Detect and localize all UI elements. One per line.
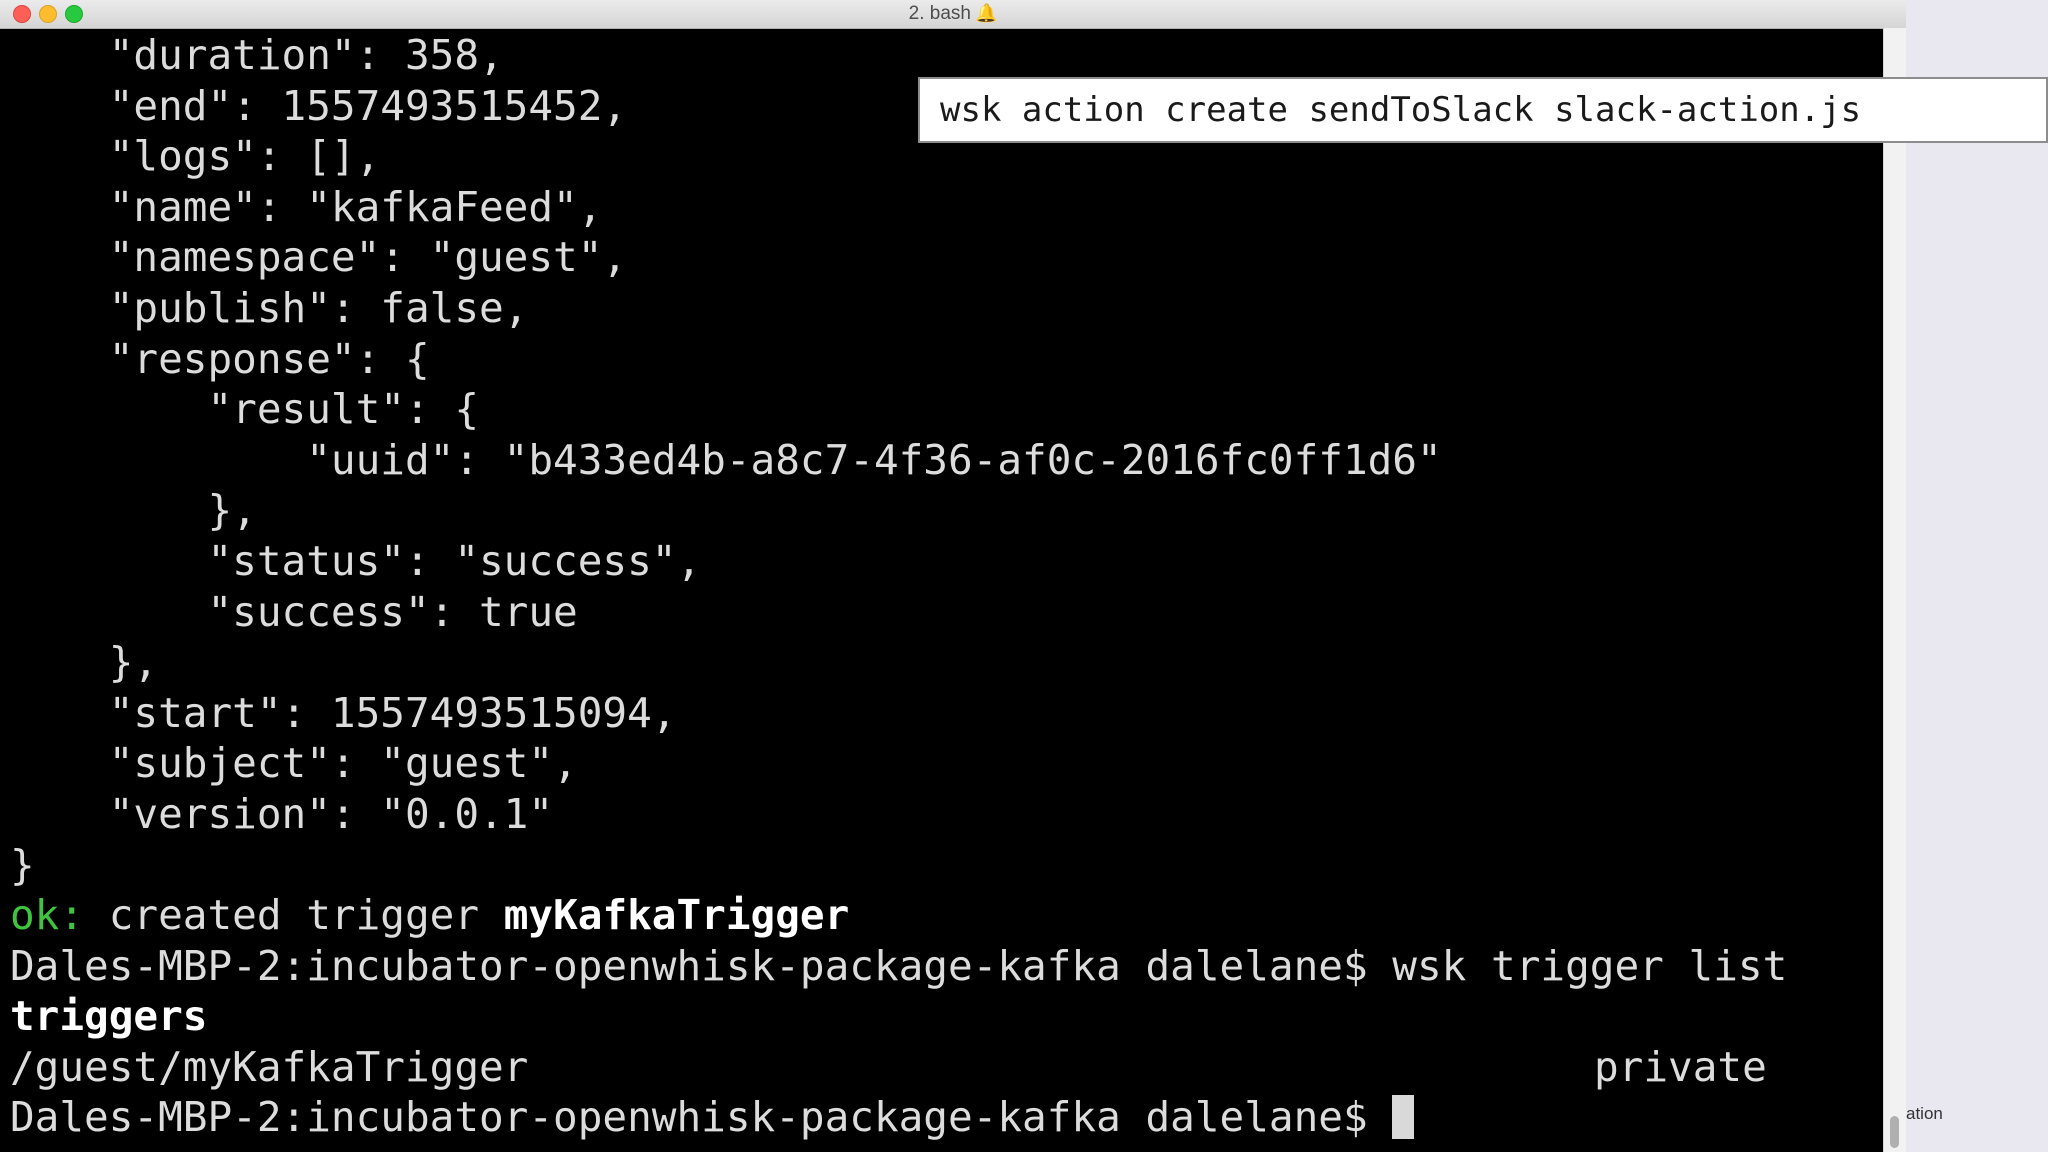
output-line: "success": true bbox=[10, 587, 578, 636]
trigger-row: /guest/myKafkaTrigger private bbox=[10, 1042, 1880, 1093]
output-line: "uuid": "b433ed4b-a8c7-4f36-af0c-2016fc0… bbox=[10, 435, 1442, 484]
command-text: wsk trigger list bbox=[1367, 941, 1788, 990]
output-line: "name": "kafkaFeed", bbox=[10, 182, 603, 231]
output-line: "response": { bbox=[10, 334, 430, 383]
output-line: }, bbox=[10, 486, 257, 535]
shell-prompt: Dales-MBP-2:incubator-openwhisk-package-… bbox=[10, 1093, 1368, 1142]
trigger-visibility: private bbox=[1594, 1042, 1767, 1091]
command-line: Dales-MBP-2:incubator-openwhisk-package-… bbox=[10, 941, 1880, 992]
ok-message: created trigger bbox=[84, 891, 504, 940]
active-prompt-line[interactable]: Dales-MBP-2:incubator-openwhisk-package-… bbox=[10, 1092, 1880, 1143]
output-line: "start": 1557493515094, bbox=[10, 688, 677, 737]
output-line: }, bbox=[10, 638, 159, 687]
shell-prompt: Dales-MBP-2:incubator-openwhisk-package-… bbox=[10, 941, 1368, 990]
ok-label: ok: bbox=[10, 891, 85, 940]
command-caption-box: wsk action create sendToSlack slack-acti… bbox=[918, 77, 2048, 143]
bell-icon: 🔔 bbox=[974, 3, 998, 23]
ok-line: ok: created trigger myKafkaTrigger bbox=[10, 890, 1880, 941]
scrollbar-thumb[interactable] bbox=[1890, 1116, 1899, 1148]
trigger-name: /guest/myKafkaTrigger bbox=[10, 1042, 529, 1091]
output-line: "namespace": "guest", bbox=[10, 233, 628, 282]
output-line: "status": "success", bbox=[10, 536, 702, 585]
output-line: "publish": false, bbox=[10, 283, 529, 332]
text-cursor bbox=[1391, 1095, 1414, 1140]
background-window-text: ation bbox=[1906, 1104, 1943, 1123]
output-line: "result": { bbox=[10, 385, 479, 434]
window-title: 2. bash 🔔 bbox=[0, 3, 1906, 25]
scrollbar[interactable] bbox=[1883, 28, 1906, 1152]
title-bar[interactable]: 2. bash 🔔 bbox=[0, 0, 1906, 29]
output-line: "duration": 358, bbox=[10, 31, 504, 79]
triggers-heading: triggers bbox=[10, 992, 208, 1041]
output-line: "subject": "guest", bbox=[10, 739, 578, 788]
window-title-text: 2. bash bbox=[908, 3, 971, 24]
terminal-output[interactable]: "duration": 358, "end": 1557493515452, "… bbox=[10, 30, 1880, 1150]
output-line: "version": "0.0.1" bbox=[10, 789, 554, 838]
terminal-window: 2. bash 🔔 "duration": 358, "end": 1557493… bbox=[0, 0, 1906, 1152]
ok-trigger-name: myKafkaTrigger bbox=[503, 891, 850, 940]
output-line: } bbox=[10, 840, 35, 889]
